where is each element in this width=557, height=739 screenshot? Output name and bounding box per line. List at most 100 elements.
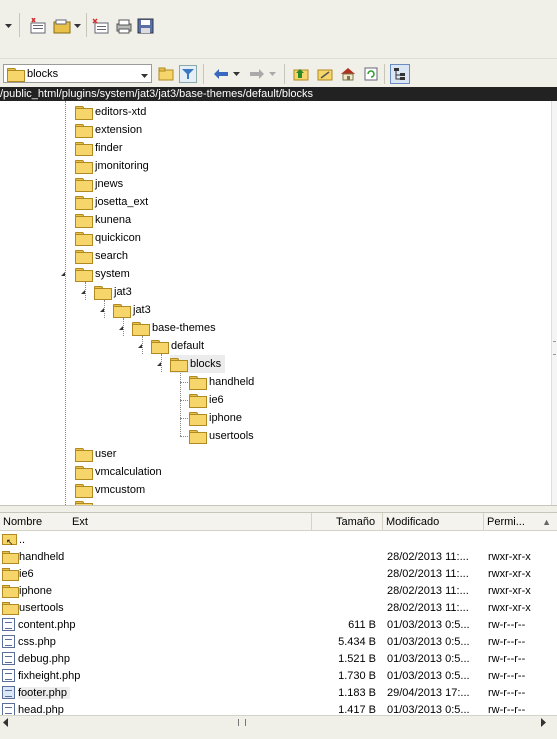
file-name: debug.php	[18, 653, 70, 665]
tree-item[interactable]: iphone	[189, 409, 242, 427]
save-icon[interactable]	[136, 16, 156, 36]
tree-guide-line	[142, 336, 143, 354]
tree-item[interactable]: ie6	[189, 391, 224, 409]
file-row[interactable]: css.php 5.434 B 01/03/2013 0:5... rw-r--…	[0, 634, 557, 651]
dropdown-arrow-icon[interactable]	[73, 19, 83, 33]
refresh-icon[interactable]	[362, 65, 380, 83]
file-row[interactable]: debug.php 1.521 B 01/03/2013 0:5... rw-r…	[0, 651, 557, 668]
print-icon[interactable]	[114, 16, 134, 36]
tree-item[interactable]: jat3	[113, 301, 151, 319]
tree-vertical-scrollbar[interactable]	[551, 101, 557, 505]
filter-icon[interactable]	[179, 65, 197, 83]
file-row[interactable]: content.php 611 B 01/03/2013 0:5... rw-r…	[0, 617, 557, 634]
root-folder-icon[interactable]	[316, 65, 334, 83]
tree-item-label: editors-xtd	[95, 106, 147, 118]
parent-folder-icon[interactable]	[292, 65, 310, 83]
folder-tree[interactable]: editors-xtd extension finder jmonitoring…	[0, 101, 557, 505]
php-file-icon	[2, 617, 15, 631]
forward-dropdown-icon[interactable]	[268, 69, 278, 79]
browse-folder-icon[interactable]	[157, 65, 175, 83]
pane-splitter[interactable]	[0, 505, 557, 513]
open-session-icon[interactable]	[52, 16, 74, 36]
close-tab-icon[interactable]	[91, 16, 111, 36]
folder-combo[interactable]: blocks	[3, 64, 152, 83]
tree-item[interactable]: josetta_ext	[75, 193, 148, 211]
collapse-toggle-icon[interactable]	[61, 272, 65, 276]
tree-item[interactable]: quickicon	[75, 229, 141, 247]
tree-item[interactable]: jnews	[75, 175, 123, 193]
column-modified[interactable]: Modificado	[383, 513, 484, 531]
tree-item-selected[interactable]: blocks	[170, 355, 226, 373]
home-icon[interactable]	[339, 65, 357, 83]
file-row[interactable]: fixheight.php 1.730 B 01/03/2013 0:5... …	[0, 668, 557, 685]
address-toolbar: blocks	[0, 58, 557, 87]
tree-item[interactable]: jat3	[94, 283, 132, 301]
column-name[interactable]: Nombre	[0, 513, 68, 531]
collapse-toggle-icon[interactable]	[119, 326, 123, 330]
cell-modified: 28/02/2013 11:...	[387, 568, 469, 580]
new-site-icon[interactable]	[28, 16, 50, 36]
forward-icon[interactable]	[248, 66, 266, 82]
folder-icon	[189, 394, 207, 408]
file-row[interactable]: handheld 28/02/2013 11:... rwxr-xr-x	[0, 549, 557, 566]
tree-item[interactable]: extension	[75, 121, 142, 139]
tree-view-toggle-icon[interactable]	[390, 64, 410, 84]
tree-item[interactable]: vmcalculation	[75, 463, 162, 481]
file-list-horizontal-scrollbar[interactable]	[0, 715, 557, 729]
collapse-toggle-icon[interactable]	[81, 290, 85, 294]
tree-item[interactable]: base-themes	[132, 319, 216, 337]
tree-item[interactable]: kunena	[75, 211, 131, 229]
folder-icon	[75, 214, 93, 228]
tree-item[interactable]: jmonitoring	[75, 157, 149, 175]
tree-item[interactable]: default	[151, 337, 204, 355]
tree-item-label: ie6	[209, 394, 224, 406]
tree-item[interactable]: vmcustom	[75, 481, 145, 499]
tree-item-label: base-themes	[152, 322, 216, 334]
collapse-toggle-icon[interactable]	[157, 362, 161, 366]
file-name: footer.php	[18, 687, 70, 699]
collapse-toggle-icon[interactable]	[100, 308, 104, 312]
file-row[interactable]: usertools 28/02/2013 11:... rwxr-xr-x	[0, 600, 557, 617]
scrollbar-grip[interactable]	[238, 719, 246, 726]
file-list[interactable]: ↖.. handheld 28/02/2013 11:... rwxr-xr-x…	[0, 531, 557, 715]
php-file-icon	[2, 685, 15, 699]
column-ext[interactable]: Ext	[69, 513, 312, 531]
tree-item-label: usertools	[209, 430, 254, 442]
tree-guide-line	[180, 418, 188, 419]
folder-icon	[189, 376, 207, 390]
column-perms[interactable]: Permi... ▲	[484, 513, 557, 531]
path-bar[interactable]: /public_html/plugins/system/jat3/jat3/ba…	[0, 87, 557, 101]
cell-size: 1.183 B	[338, 687, 376, 699]
scroll-left-icon[interactable]	[2, 718, 11, 728]
tree-item[interactable]: usertools	[189, 427, 254, 445]
tree-item[interactable]: system	[75, 265, 130, 283]
tree-item[interactable]: search	[75, 247, 128, 265]
column-size[interactable]: Tamaño	[312, 513, 383, 531]
tree-item[interactable]: editors-xtd	[75, 103, 146, 121]
collapse-toggle-icon[interactable]	[138, 344, 142, 348]
back-dropdown-icon[interactable]	[232, 69, 242, 79]
toolbar-separator	[19, 13, 20, 37]
file-name: fixheight.php	[18, 670, 81, 682]
folder-icon	[151, 340, 169, 354]
file-row[interactable]: head.php 1.417 B 01/03/2013 0:5... rw-r-…	[0, 702, 557, 715]
scrollbar-grip[interactable]	[553, 341, 556, 355]
tree-item[interactable]: user	[75, 445, 116, 463]
file-name: usertools	[19, 602, 64, 614]
file-row[interactable]: ↖..	[0, 532, 557, 549]
back-icon[interactable]	[212, 66, 230, 82]
tree-item[interactable]: handheld	[189, 373, 254, 391]
file-row[interactable]: iphone 28/02/2013 11:... rwxr-xr-x	[0, 583, 557, 600]
tree-guide-line	[65, 101, 66, 505]
dropdown-arrow-icon[interactable]	[4, 19, 14, 33]
parent-directory-icon: ↖	[2, 533, 17, 547]
scroll-right-icon[interactable]	[540, 718, 549, 728]
tree-item-label: extension	[95, 124, 143, 136]
file-row[interactable]: ie6 28/02/2013 11:... rwxr-xr-x	[0, 566, 557, 583]
chevron-down-icon[interactable]	[141, 70, 149, 82]
tree-guide-line	[85, 282, 86, 300]
file-row-highlighted[interactable]: footer.php 1.183 B 29/04/2013 17:... rw-…	[0, 685, 557, 702]
cell-modified: 01/03/2013 0:5...	[387, 670, 470, 682]
cell-modified: 29/04/2013 17:...	[387, 687, 470, 699]
tree-item[interactable]: finder	[75, 139, 123, 157]
